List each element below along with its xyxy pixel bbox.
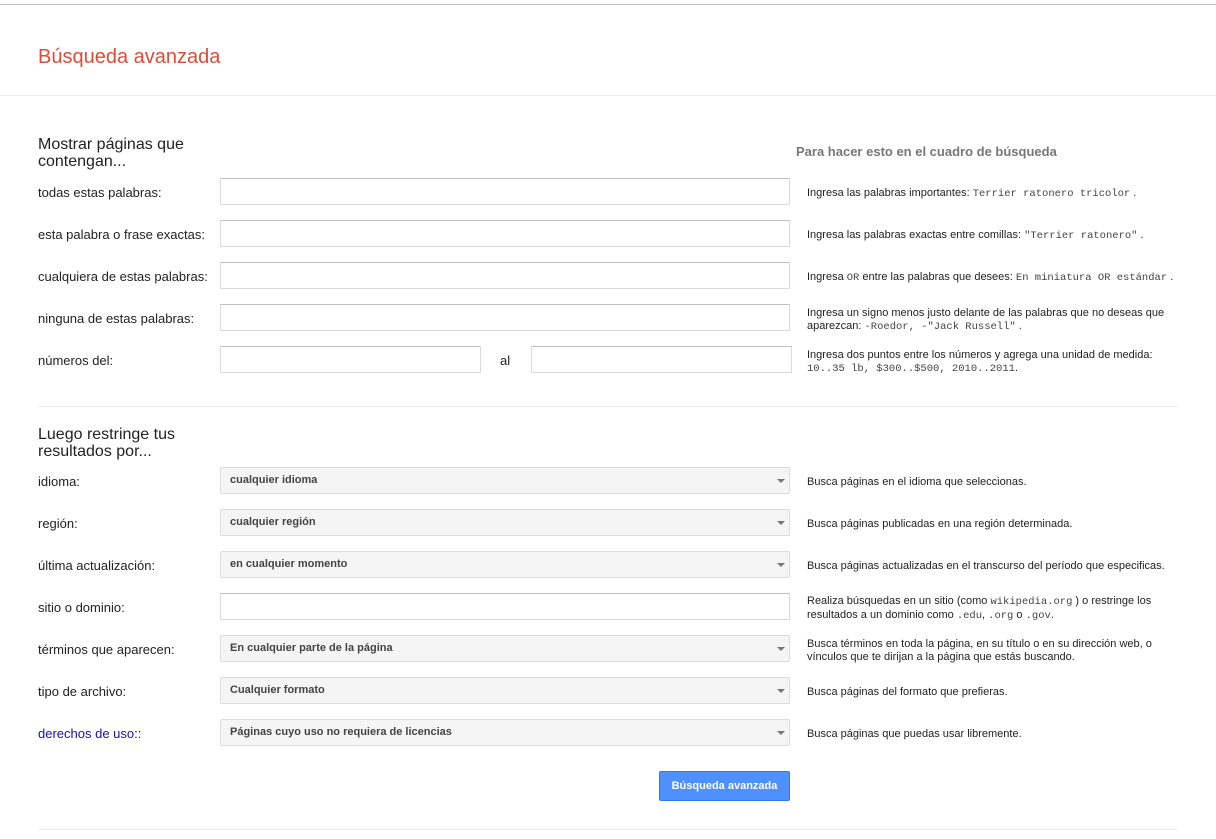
region-hint: Busca páginas publicadas en una región d… bbox=[807, 518, 1073, 530]
chevron-down-icon bbox=[777, 689, 785, 693]
all-words-hint: Ingresa las palabras importantes: Terrie… bbox=[807, 187, 1137, 200]
file-type-label: tipo de archivo: bbox=[38, 684, 127, 699]
language-label: idioma: bbox=[38, 474, 80, 489]
usage-rights-link[interactable]: derechos de uso:: bbox=[38, 726, 141, 742]
last-update-selected: en cualquier momento bbox=[230, 558, 348, 570]
last-update-select[interactable]: en cualquier momento bbox=[220, 551, 790, 578]
chevron-down-icon bbox=[777, 647, 785, 651]
language-select[interactable]: cualquier idioma bbox=[220, 467, 790, 494]
terms-appear-hint: Busca términos en toda la página, en su … bbox=[807, 638, 1152, 663]
usage-rights-select[interactable]: Páginas cuyo uso no requiera de licencia… bbox=[220, 719, 790, 746]
section-title-restrict: Luego restringe tus resultados por... bbox=[38, 426, 175, 460]
section-title-show-pages: Mostrar páginas que contengan... bbox=[38, 136, 184, 170]
site-domain-hint: Realiza búsquedas en un sitio (como wiki… bbox=[807, 595, 1152, 622]
file-type-select[interactable]: Cualquier formato bbox=[220, 677, 790, 704]
region-label: región: bbox=[38, 516, 78, 531]
numbers-to-label: al bbox=[500, 353, 511, 368]
all-words-label: todas estas palabras: bbox=[38, 185, 162, 200]
terms-appear-select[interactable]: En cualquier parte de la página bbox=[220, 635, 790, 662]
chevron-down-icon bbox=[777, 563, 785, 567]
exact-phrase-hint: Ingresa las palabras exactas entre comil… bbox=[807, 229, 1144, 242]
top-border bbox=[0, 4, 1216, 5]
right-column-header: Para hacer esto en el cuadro de búsqueda bbox=[796, 144, 1057, 159]
file-type-hint: Busca páginas del formato que prefieras. bbox=[807, 686, 1008, 698]
chevron-down-icon bbox=[777, 521, 785, 525]
none-words-input[interactable] bbox=[220, 304, 790, 331]
terms-appear-selected: En cualquier parte de la página bbox=[230, 642, 393, 654]
numbers-from-label: números del: bbox=[38, 353, 114, 368]
any-words-input[interactable] bbox=[220, 262, 790, 289]
usage-rights-selected: Páginas cuyo uso no requiera de licencia… bbox=[230, 726, 452, 738]
bottom-divider bbox=[38, 829, 1178, 830]
advanced-search-button[interactable]: Búsqueda avanzada bbox=[659, 771, 790, 801]
site-domain-input[interactable] bbox=[220, 593, 790, 620]
region-select[interactable]: cualquier región bbox=[220, 509, 790, 536]
language-selected: cualquier idioma bbox=[230, 474, 318, 486]
language-hint: Busca páginas en el idioma que seleccion… bbox=[807, 476, 1027, 488]
numbers-from-input[interactable] bbox=[220, 346, 481, 373]
none-words-hint: Ingresa un signo menos justo delante de … bbox=[807, 307, 1165, 333]
last-update-label: última actualización: bbox=[38, 558, 156, 573]
exact-phrase-label: esta palabra o frase exactas: bbox=[38, 227, 205, 242]
exact-phrase-input[interactable] bbox=[220, 220, 790, 247]
section-divider bbox=[38, 406, 1178, 407]
site-domain-label: sitio o dominio: bbox=[38, 600, 125, 615]
region-selected: cualquier región bbox=[230, 516, 316, 528]
last-update-hint: Busca páginas actualizadas en el transcu… bbox=[807, 560, 1165, 572]
chevron-down-icon bbox=[777, 479, 785, 483]
header-divider bbox=[0, 95, 1216, 96]
page-title: Búsqueda avanzada bbox=[38, 46, 221, 68]
all-words-input[interactable] bbox=[220, 178, 790, 205]
chevron-down-icon bbox=[777, 731, 785, 735]
usage-rights-hint: Busca páginas que puedas usar libremente… bbox=[807, 728, 1022, 740]
numbers-hint: Ingresa dos puntos entre los números y a… bbox=[807, 349, 1153, 375]
numbers-to-input[interactable] bbox=[531, 346, 792, 373]
file-type-selected: Cualquier formato bbox=[230, 684, 325, 696]
none-words-label: ninguna de estas palabras: bbox=[38, 311, 195, 326]
terms-appear-label: términos que aparecen: bbox=[38, 642, 175, 657]
any-words-label: cualquiera de estas palabras: bbox=[38, 269, 208, 284]
any-words-hint: Ingresa OR entre las palabras que desees… bbox=[807, 271, 1174, 284]
